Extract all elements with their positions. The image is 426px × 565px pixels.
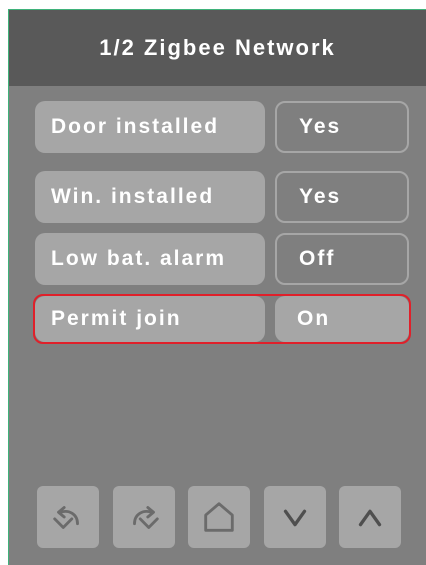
setting-label-box: Door installed: [35, 101, 265, 153]
setting-row-win-installed[interactable]: Win. installed Yes: [35, 171, 409, 223]
setting-label-box: Low bat. alarm: [35, 233, 265, 285]
chevron-up-icon: [358, 509, 382, 527]
chevron-down-icon: [283, 509, 306, 527]
setting-label: Permit join: [51, 307, 182, 330]
setting-label: Low bat. alarm: [51, 247, 227, 270]
setting-value-button[interactable]: On: [275, 296, 409, 342]
setting-row-low-bat-alarm[interactable]: Low bat. alarm Off: [35, 233, 409, 285]
setting-row-door-installed[interactable]: Door installed Yes: [35, 101, 409, 153]
setting-label: Door installed: [51, 115, 220, 138]
page-title: 1/2 Zigbee Network: [99, 35, 336, 60]
setting-label: Win. installed: [51, 185, 215, 208]
redo-button[interactable]: [112, 486, 175, 548]
setting-value: On: [297, 307, 331, 330]
thermostat-screen: 1/2 Zigbee Network Door installed Yes Wi…: [8, 9, 426, 565]
redo-icon: [132, 506, 159, 529]
scroll-down-button[interactable]: [263, 486, 326, 548]
home-button[interactable]: [188, 486, 250, 548]
setting-value: Off: [299, 247, 336, 270]
footer-nav: [37, 486, 401, 548]
setting-value-button[interactable]: Yes: [275, 101, 409, 153]
setting-value-button[interactable]: Off: [275, 233, 409, 285]
setting-value: Yes: [299, 185, 342, 208]
setting-label-box: Win. installed: [35, 171, 265, 223]
undo-icon: [53, 506, 79, 529]
setting-value-button[interactable]: Yes: [275, 171, 409, 223]
header-bar: 1/2 Zigbee Network: [9, 10, 426, 86]
setting-value: Yes: [299, 115, 342, 138]
scroll-up-button[interactable]: [339, 486, 401, 548]
setting-label-box: Permit join: [35, 296, 265, 342]
setting-row-permit-join[interactable]: Permit join On: [33, 294, 411, 344]
undo-button[interactable]: [37, 486, 99, 548]
home-icon: [204, 502, 234, 532]
